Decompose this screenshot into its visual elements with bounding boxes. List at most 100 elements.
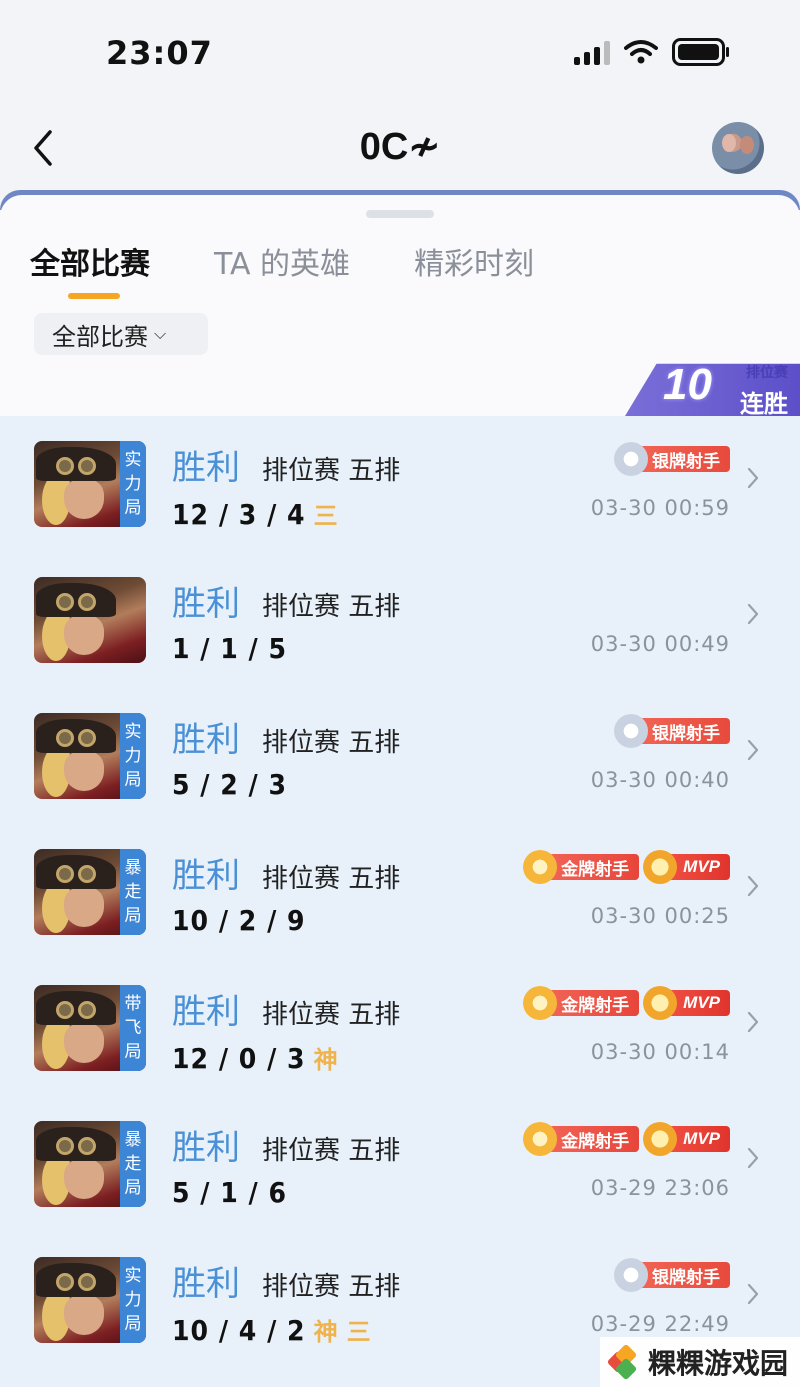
match-result: 胜利 — [172, 448, 240, 488]
match-kda: 5 / 1 / 6 — [172, 1176, 287, 1209]
status-icons — [574, 38, 730, 66]
tag-char: 走 — [124, 1154, 142, 1174]
match-kda: 12 / 3 / 4三 — [172, 496, 339, 531]
kda-value: 10 / 4 / 2 — [172, 1314, 306, 1347]
match-badges: 银牌射手 — [614, 1258, 730, 1292]
chevron-right-icon — [747, 1283, 759, 1305]
match-row[interactable]: 带飞局胜利 排位赛 五排 12 / 0 / 3 神金牌射手 MVP 03-30 00:14 — [0, 960, 800, 1096]
match-row[interactable]: 胜利 排位赛 五排 1 / 1 / 5 03-30 00:49 — [0, 552, 800, 688]
match-quality-tag: 带飞局 — [120, 985, 146, 1071]
mvp-badge: MVP — [643, 986, 730, 1020]
tab-heroes[interactable]: TA 的英雄 — [214, 239, 350, 299]
kill-streak-badge: 三 — [346, 1318, 372, 1346]
match-date: 03-30 00:59 — [590, 496, 730, 520]
chevron-right-icon — [747, 1011, 759, 1033]
tag-char: 局 — [124, 1178, 142, 1198]
gold-medal-badge: 金牌射手 — [523, 986, 640, 1020]
tag-char: 暴 — [124, 858, 142, 878]
tag-char: 局 — [124, 498, 142, 518]
gold-medal-badge: 金牌射手 — [523, 850, 640, 884]
match-result: 胜利 — [172, 856, 240, 896]
match-badges: 银牌射手 — [614, 442, 730, 476]
gold-medal-badge: 金牌射手 — [523, 1122, 640, 1156]
match-row[interactable]: 暴走局胜利 排位赛 五排 5 / 1 / 6 金牌射手 MVP 03-29 23:06 — [0, 1096, 800, 1232]
tag-char: 力 — [124, 1290, 142, 1310]
watermark-text: 粿粿游戏园 — [648, 1347, 789, 1380]
signal-icon — [574, 39, 610, 65]
page-title: 0C≁ — [359, 126, 441, 168]
kill-streak-badge: 神 — [313, 1318, 339, 1346]
match-kda: 10 / 2 / 9 — [172, 904, 306, 937]
silver-medal-badge: 银牌射手 — [614, 1258, 730, 1292]
match-mode: 排位赛 五排 — [262, 1272, 401, 1302]
match-result: 胜利 — [172, 992, 240, 1032]
watermark-logo — [606, 1343, 642, 1381]
kda-value: 12 / 0 / 3 — [172, 1042, 306, 1075]
sheet-handle[interactable] — [366, 210, 434, 218]
tag-char: 实 — [124, 450, 142, 470]
match-date: 03-30 00:14 — [590, 1040, 730, 1064]
match-kda: 5 / 2 / 3 — [172, 768, 287, 801]
avatar[interactable] — [712, 122, 764, 174]
match-badges: 金牌射手 MVP — [523, 986, 730, 1020]
mvp-badge: MVP — [643, 1122, 730, 1156]
match-quality-tag: 实力局 — [120, 1257, 146, 1343]
tag-char: 实 — [124, 722, 142, 742]
match-quality-tag: 暴走局 — [120, 849, 146, 935]
match-filter-dropdown[interactable]: 全部比赛 ⌵ — [34, 313, 208, 355]
match-row[interactable]: 暴走局胜利 排位赛 五排 10 / 2 / 9 金牌射手 MVP 03-30 00:25 — [0, 824, 800, 960]
match-result: 胜利 — [172, 720, 240, 760]
status-bar: 23:07 — [0, 0, 800, 100]
streak-subtitle: 排位赛 — [746, 365, 788, 381]
match-quality-tag: 实力局 — [120, 713, 146, 799]
tab-highlights[interactable]: 精彩时刻 — [414, 239, 534, 299]
tab-bar: 全部比赛 TA 的英雄 精彩时刻 — [30, 239, 534, 299]
kill-streak-badge: 神 — [313, 1046, 339, 1074]
hero-portrait: 暴走局 — [34, 849, 146, 935]
status-time: 23:07 — [106, 34, 213, 72]
tag-char: 局 — [124, 770, 142, 790]
match-history-sheet: 全部比赛 TA 的英雄 精彩时刻 全部比赛 ⌵ 10 排位赛 连胜 实力局胜利排… — [0, 195, 800, 1387]
tag-char: 走 — [124, 882, 142, 902]
match-row[interactable]: 实力局胜利 排位赛 五排 5 / 2 / 3 银牌射手 03-30 00:40 — [0, 688, 800, 824]
match-date: 03-30 00:25 — [590, 904, 730, 928]
hero-portrait: 暴走局 — [34, 1121, 146, 1207]
streak-label: 连胜 — [740, 390, 788, 418]
mvp-badge: MVP — [643, 850, 730, 884]
hero-portrait: 实力局 — [34, 713, 146, 799]
kill-streak-badge: 三 — [313, 502, 339, 530]
kda-value: 12 / 3 / 4 — [172, 498, 306, 531]
win-streak-banner: 10 排位赛 连胜 — [625, 358, 800, 418]
silver-medal-badge: 银牌射手 — [614, 714, 730, 748]
filter-label: 全部比赛 — [52, 322, 148, 351]
kda-value: 5 / 2 / 3 — [172, 768, 288, 801]
hero-portrait — [34, 577, 146, 663]
silver-medal-badge: 银牌射手 — [614, 442, 730, 476]
chevron-right-icon — [747, 467, 759, 489]
match-badges: 银牌射手 — [614, 714, 730, 748]
hero-portrait: 实力局 — [34, 1257, 146, 1343]
tag-char: 局 — [124, 1314, 142, 1334]
chevron-right-icon — [747, 1147, 759, 1169]
hero-portrait: 实力局 — [34, 441, 146, 527]
tag-char: 局 — [124, 906, 142, 926]
tab-all-matches[interactable]: 全部比赛 — [30, 239, 150, 299]
match-result: 胜利 — [172, 1264, 240, 1304]
match-mode: 排位赛 五排 — [262, 592, 401, 622]
wifi-icon — [624, 39, 658, 65]
kda-value: 10 / 2 / 9 — [172, 904, 306, 937]
match-mode: 排位赛 五排 — [262, 456, 401, 486]
match-quality-tag: 实力局 — [120, 441, 146, 527]
tag-char: 暴 — [124, 1130, 142, 1150]
match-mode: 排位赛 五排 — [262, 1136, 401, 1166]
match-row[interactable]: 实力局胜利 排位赛 五排 12 / 3 / 4 三 银牌射手 03-30 00:59 — [0, 416, 800, 552]
match-result: 胜利 — [172, 1128, 240, 1168]
match-date: 03-30 00:40 — [590, 768, 730, 792]
tag-char: 带 — [124, 994, 142, 1014]
match-result: 胜利 — [172, 584, 240, 624]
match-kda: 1 / 1 / 5 — [172, 632, 287, 665]
tag-char: 飞 — [124, 1018, 142, 1038]
tag-char: 力 — [124, 746, 142, 766]
tag-char: 局 — [124, 1042, 142, 1062]
kda-value: 5 / 1 / 6 — [172, 1176, 288, 1209]
